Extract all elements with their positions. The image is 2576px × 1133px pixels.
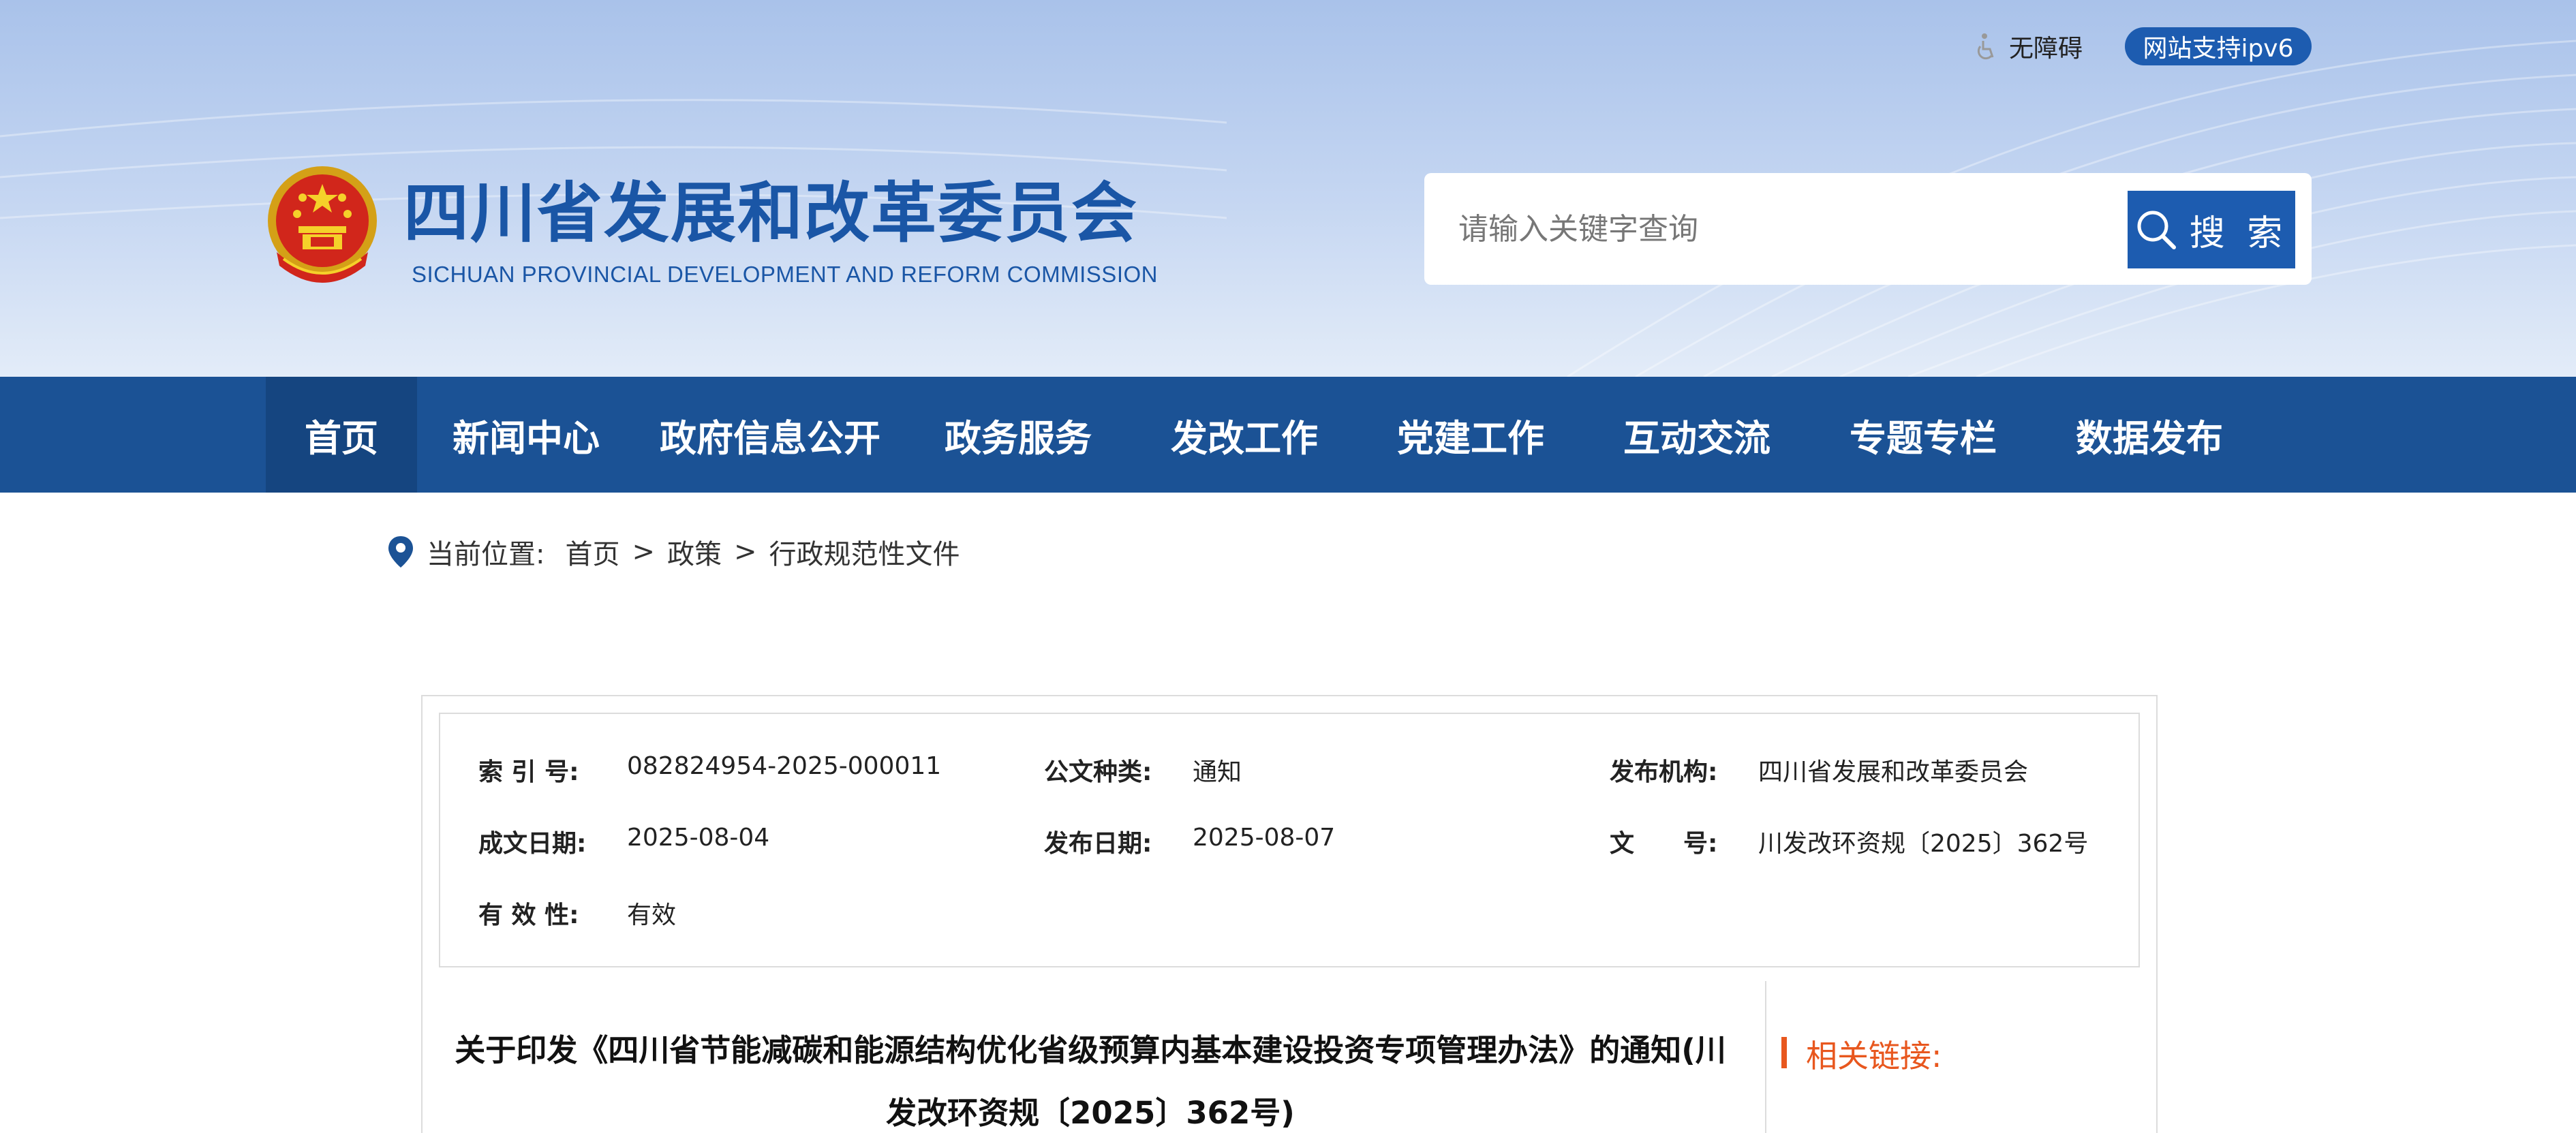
- accessibility-label: 无障碍: [2009, 35, 2083, 63]
- site-title: 四川省发展和改革委员会: [403, 175, 1138, 251]
- accessibility-icon: [1977, 33, 1994, 60]
- meta-label-doc-number: 文 号:: [1610, 830, 1718, 858]
- breadcrumb-separator: >: [632, 536, 655, 568]
- nav-item-gov-info[interactable]: 政府信息公开: [635, 377, 905, 493]
- search-icon: [2137, 211, 2176, 249]
- national-emblem-icon: [268, 166, 377, 283]
- article-title-line-2: 发改环资规〔2025〕362号): [886, 1095, 1295, 1131]
- breadcrumb-item-policy[interactable]: 政策: [667, 532, 722, 572]
- nav-item-home[interactable]: 首页: [266, 377, 417, 493]
- nav-item-data[interactable]: 数据发布: [2036, 377, 2263, 493]
- article-title-line-1: 关于印发《四川省节能减碳和能源结构优化省级预算内基本建设投资专项管理办法》的通知…: [455, 1032, 1726, 1068]
- meta-label-publish-date: 发布日期:: [1044, 830, 1152, 858]
- related-links-title: 相关链接:: [1806, 1038, 1942, 1074]
- nav-item-dev-reform[interactable]: 发改工作: [1131, 377, 1358, 493]
- meta-label-written-date: 成文日期:: [478, 830, 587, 858]
- related-links-marker: [1781, 1037, 1787, 1068]
- meta-value-doc-type: 通知: [1193, 758, 1242, 786]
- content-divider: [1765, 981, 1766, 1133]
- meta-value-doc-number: 川发改环资规〔2025〕362号: [1758, 830, 2089, 858]
- meta-value-issuer: 四川省发展和改革委员会: [1758, 758, 2029, 786]
- breadcrumb-label: 当前位置:: [427, 539, 545, 570]
- meta-value-validity: 有效: [627, 901, 677, 929]
- meta-value-index: 082824954-2025-000011: [627, 752, 942, 780]
- content-frame: 索 引 号: 082824954-2025-000011 公文种类: 通知 发布…: [421, 695, 2158, 1133]
- nav-item-services[interactable]: 政务服务: [905, 377, 1131, 493]
- nav-item-topics[interactable]: 专题专栏: [1810, 377, 2036, 493]
- site-subtitle: SICHUAN PROVINCIAL DEVELOPMENT AND REFOR…: [412, 262, 1158, 287]
- main-nav: 首页 新闻中心 政府信息公开 政务服务 发改工作 党建工作 互动交流 专题专栏 …: [0, 377, 2576, 493]
- nav-item-interaction[interactable]: 互动交流: [1584, 377, 1810, 493]
- location-pin-icon: [388, 536, 413, 568]
- breadcrumb-item-home[interactable]: 首页: [565, 532, 619, 572]
- article-title: 关于印发《四川省节能减碳和能源结构优化省级预算内基本建设投资专项管理办法》的通知…: [450, 1019, 1731, 1133]
- meta-label-index: 索 引 号:: [478, 758, 579, 786]
- ipv6-badge[interactable]: 网站支持ipv6: [2125, 27, 2312, 65]
- meta-label-doc-type: 公文种类:: [1044, 758, 1152, 786]
- meta-label-validity: 有 效 性:: [478, 901, 579, 929]
- meta-value-publish-date: 2025-08-07: [1193, 824, 1336, 852]
- breadcrumb-separator: >: [734, 536, 757, 568]
- search-button-label: 搜 索: [2189, 213, 2288, 254]
- breadcrumb: 当前位置: 首页 > 政策 > 行政规范性文件: [387, 531, 960, 572]
- meta-label-issuer: 发布机构:: [1610, 758, 1718, 786]
- nav-item-party[interactable]: 党建工作: [1358, 377, 1584, 493]
- accessibility-link[interactable]: 无障碍: [1976, 29, 2083, 64]
- breadcrumb-item-admin-docs[interactable]: 行政规范性文件: [769, 532, 960, 572]
- search-button[interactable]: 搜 索: [2128, 191, 2295, 268]
- document-meta-box: 索 引 号: 082824954-2025-000011 公文种类: 通知 发布…: [439, 713, 2140, 967]
- search-input[interactable]: [1458, 204, 2072, 253]
- nav-item-news[interactable]: 新闻中心: [417, 377, 635, 493]
- meta-value-written-date: 2025-08-04: [627, 824, 770, 852]
- site-header: 无障碍 网站支持ipv6 四川省发展和改革委员会 SICHUAN PROVINC…: [0, 0, 2576, 377]
- search-box: 搜 索: [1424, 173, 2312, 285]
